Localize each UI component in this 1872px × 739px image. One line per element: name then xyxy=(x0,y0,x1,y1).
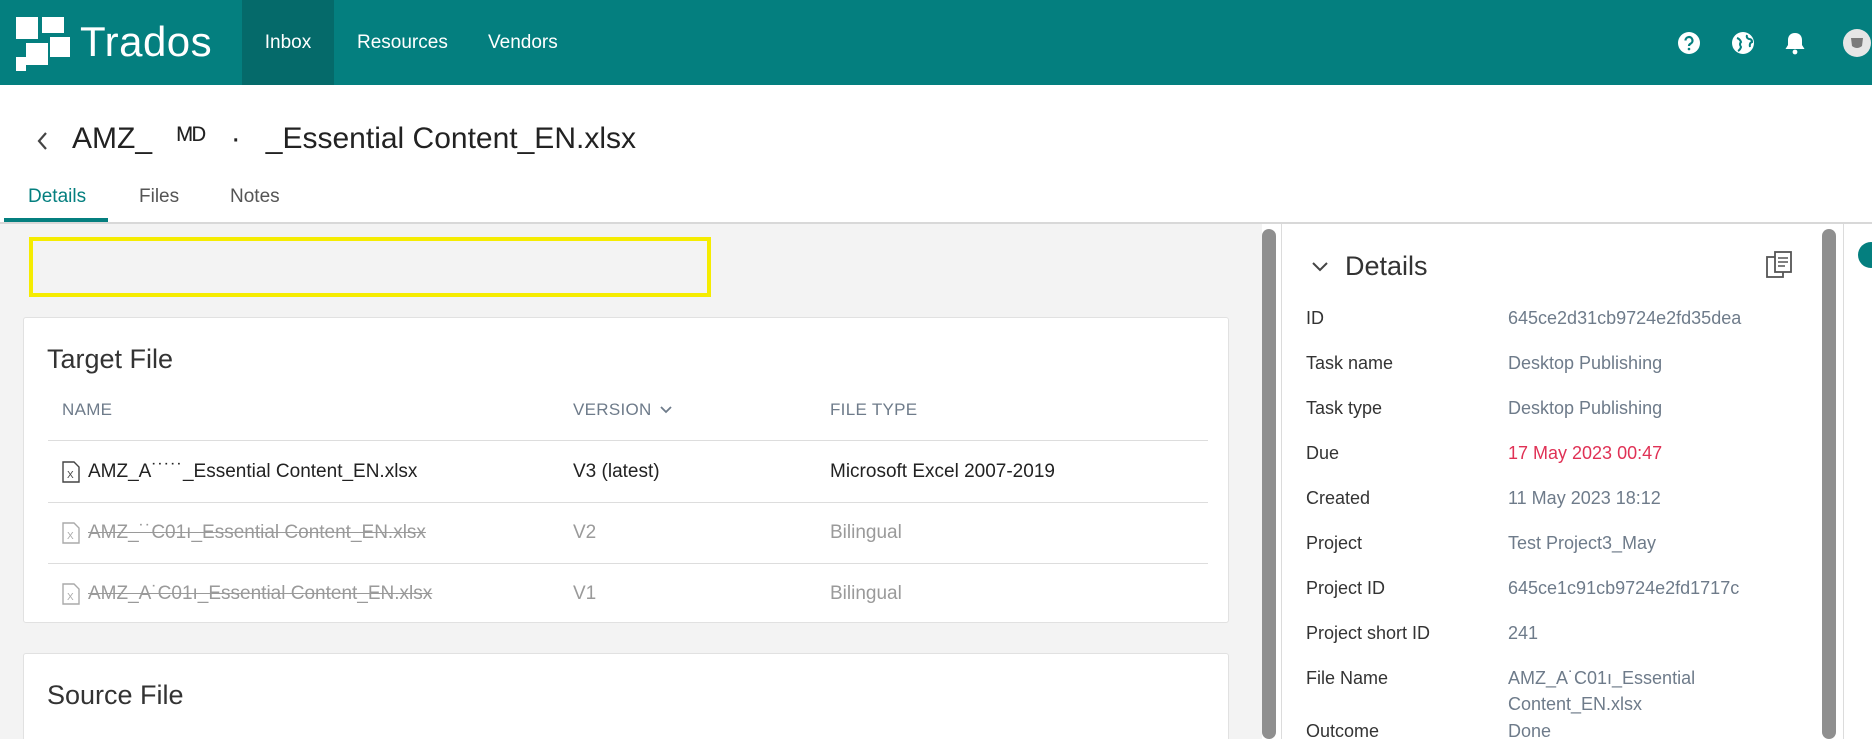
column-header-version[interactable]: VERSION xyxy=(573,400,652,420)
svg-text:X: X xyxy=(67,531,74,542)
header-divider xyxy=(48,440,1208,441)
detail-value-file-name: AMZ_A˙C01ı_Essential xyxy=(1508,668,1696,688)
source-file-card xyxy=(23,653,1229,739)
top-navigation-bar: Trados Inbox Resources Vendors xyxy=(0,0,1872,85)
highlight-annotation-box xyxy=(29,237,711,297)
detail-label-project-id: Project ID xyxy=(1306,578,1386,598)
detail-value-task-type: Desktop Publishing xyxy=(1508,398,1663,418)
excel-file-icon: X xyxy=(62,522,80,544)
column-header-name[interactable]: NAME xyxy=(62,400,112,420)
excel-file-icon: X xyxy=(62,461,80,483)
target-file-title: Target File xyxy=(47,344,174,374)
help-icon[interactable] xyxy=(1676,30,1702,56)
target-file-type-v2: Bilingual xyxy=(830,522,902,543)
target-file-type-v3: Microsoft Excel 2007-2019 xyxy=(830,461,1055,482)
detail-label-due: Due xyxy=(1306,443,1340,463)
source-file-title: Source File xyxy=(47,680,184,710)
row-divider xyxy=(48,563,1208,564)
detail-value-task-name: Desktop Publishing xyxy=(1508,353,1663,373)
detail-value-outcome: Done xyxy=(1508,721,1552,739)
detail-value-id: 645ce2d31cb9724e2fd35dea xyxy=(1508,308,1742,328)
detail-label-task-type: Task type xyxy=(1306,398,1383,418)
back-arrow-icon[interactable] xyxy=(34,128,52,154)
excel-file-icon: X xyxy=(62,583,80,605)
detail-value-project-short-id: 241 xyxy=(1508,623,1539,643)
svg-text:X: X xyxy=(67,470,74,481)
side-panel-toggle-button[interactable] xyxy=(1858,242,1872,268)
details-panel-title: Details xyxy=(1345,251,1428,281)
tab-details[interactable]: Details xyxy=(28,186,86,208)
detail-value-created: 11 May 2023 18:12 xyxy=(1508,488,1661,508)
target-file-version-v2: V2 xyxy=(573,522,597,543)
column-header-file-type[interactable]: FILE TYPE xyxy=(830,400,917,420)
detail-value-file-name-line2: Content_EN.xlsx xyxy=(1508,694,1643,714)
detail-label-created: Created xyxy=(1306,488,1371,508)
main-scrollbar[interactable] xyxy=(1262,229,1276,739)
target-file-type-v1: Bilingual xyxy=(830,583,902,604)
target-file-version-v3: V3 (latest) xyxy=(573,461,660,482)
detail-value-due: 17 May 2023 00:47 xyxy=(1508,443,1663,463)
svg-text:X: X xyxy=(67,592,74,603)
right-edge-divider xyxy=(1843,224,1844,739)
avatar[interactable] xyxy=(1842,28,1872,58)
target-file-name-v2[interactable]: AMZ_˙˙C01ı_Essential Content_EN.xlsx xyxy=(88,522,426,544)
detail-value-project-id: 645ce1c91cb9724e2fd1717c xyxy=(1508,578,1740,598)
target-file-version-v1: V1 xyxy=(573,583,597,604)
details-scrollbar[interactable] xyxy=(1822,229,1836,739)
tab-notes[interactable]: Notes xyxy=(230,186,280,208)
globe-icon[interactable] xyxy=(1730,30,1756,56)
nav-inbox[interactable]: Inbox xyxy=(242,0,334,85)
collapse-chevron-icon[interactable] xyxy=(1309,256,1331,278)
detail-label-outcome: Outcome xyxy=(1306,721,1380,739)
nav-vendors[interactable]: Vendors xyxy=(488,0,558,85)
detail-value-project[interactable]: Test Project3_May xyxy=(1508,533,1656,554)
detail-label-project: Project xyxy=(1306,533,1363,553)
copy-icon[interactable] xyxy=(1764,249,1796,281)
page-title: AMZ_ ᴹᴰ · _Essential Content_EN.xlsx xyxy=(72,122,636,155)
detail-label-task-name: Task name xyxy=(1306,353,1394,373)
brand-name: Trados xyxy=(80,18,213,65)
target-file-name-v1[interactable]: AMZ_A˙C01ı_Essential Content_EN.xlsx xyxy=(88,583,432,605)
detail-label-project-short-id: Project short ID xyxy=(1306,623,1431,643)
row-divider xyxy=(48,502,1208,503)
tab-files[interactable]: Files xyxy=(139,186,179,208)
nav-resources[interactable]: Resources xyxy=(357,0,448,85)
detail-label-file-name: File Name xyxy=(1306,668,1389,688)
trados-logo-icon[interactable] xyxy=(16,17,70,71)
target-file-name-v3[interactable]: AMZ_A˙˙˙˙˙_Essential Content_EN.xlsx xyxy=(88,461,417,483)
detail-label-id: ID xyxy=(1306,308,1324,328)
bell-icon[interactable] xyxy=(1782,30,1808,56)
details-panel-divider xyxy=(1281,224,1282,739)
chevron-down-icon[interactable] xyxy=(658,403,674,417)
